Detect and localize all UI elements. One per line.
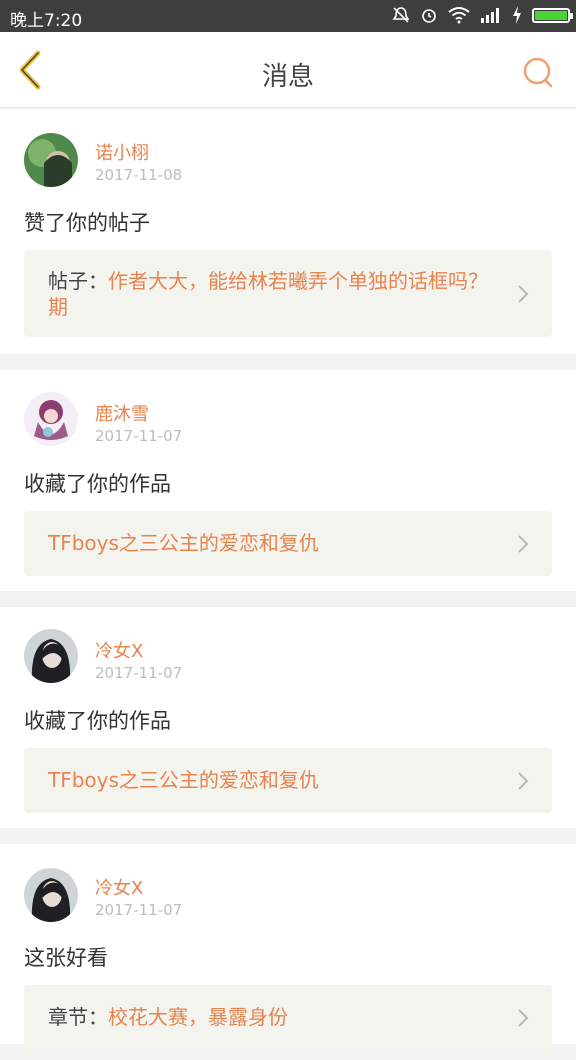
page-title: 消息 [261, 62, 314, 92]
message-date: 2017-11-07 [95, 901, 183, 919]
message-date: 2017-11-07 [95, 427, 183, 445]
message-card: 冷女X 2017-11-07 这张好看 章节：校花大赛，暴露身份 [0, 844, 576, 1050]
message-card: 诺小栩 2017-11-08 赞了你的帖子 帖子：作者大大，能给林若曦弄个单独的… [0, 109, 576, 354]
status-time: 晚上7:20 [10, 11, 83, 31]
avatar[interactable] [24, 133, 78, 187]
charging-icon [513, 6, 521, 24]
link-text: 作者大大，能给林若曦弄个单独的话框吗？期 [48, 269, 488, 319]
message-card: 鹿沐雪 2017-11-07 收藏了你的作品 TFboys之三公主的爱恋和复仇 [0, 370, 576, 591]
user-name[interactable]: 冷女X [95, 637, 143, 663]
user-name[interactable]: 冷女X [95, 874, 143, 900]
chevron-right-icon [518, 534, 529, 553]
chevron-right-icon [518, 284, 529, 303]
link-prefix: 章节： [48, 1005, 108, 1029]
status-icons [392, 6, 573, 24]
link-prefix: 帖子： [48, 269, 108, 293]
app-header: 消息 [0, 32, 576, 108]
user-name[interactable]: 诺小栩 [95, 139, 149, 165]
mute-icon [392, 7, 410, 23]
wifi-icon [448, 7, 470, 24]
avatar[interactable] [24, 392, 78, 446]
link-text: TFboys之三公主的爱恋和复仇 [48, 768, 319, 792]
signal-icon [481, 8, 499, 23]
chevron-right-icon [518, 1008, 529, 1027]
alarm-icon [422, 9, 436, 23]
message-action: 收藏了你的作品 [24, 709, 171, 733]
user-name[interactable]: 鹿沐雪 [95, 400, 149, 426]
message-action: 这张好看 [24, 946, 108, 970]
message-date: 2017-11-08 [95, 166, 183, 184]
link-text: 校花大赛，暴露身份 [108, 1005, 288, 1029]
message-action: 赞了你的帖子 [24, 211, 150, 235]
work-link[interactable]: TFboys之三公主的爱恋和复仇 [24, 748, 552, 813]
chevron-right-icon [518, 771, 529, 790]
message-action: 收藏了你的作品 [24, 472, 171, 496]
post-link[interactable]: 帖子：作者大大，能给林若曦弄个单独的话框吗？期 [24, 250, 552, 337]
status-bar: 晚上7:20 [0, 0, 576, 32]
message-card: 冷女X 2017-11-07 收藏了你的作品 TFboys之三公主的爱恋和复仇 [0, 607, 576, 828]
avatar[interactable] [24, 629, 78, 683]
message-date: 2017-11-07 [95, 664, 183, 682]
work-link[interactable]: TFboys之三公主的爱恋和复仇 [24, 511, 552, 576]
message-list: 诺小栩 2017-11-08 赞了你的帖子 帖子：作者大大，能给林若曦弄个单独的… [0, 109, 576, 1060]
chapter-link[interactable]: 章节：校花大赛，暴露身份 [24, 985, 552, 1050]
avatar[interactable] [24, 868, 78, 922]
link-text: TFboys之三公主的爱恋和复仇 [48, 531, 319, 555]
battery-icon [532, 7, 573, 23]
search-icon[interactable] [522, 56, 554, 88]
